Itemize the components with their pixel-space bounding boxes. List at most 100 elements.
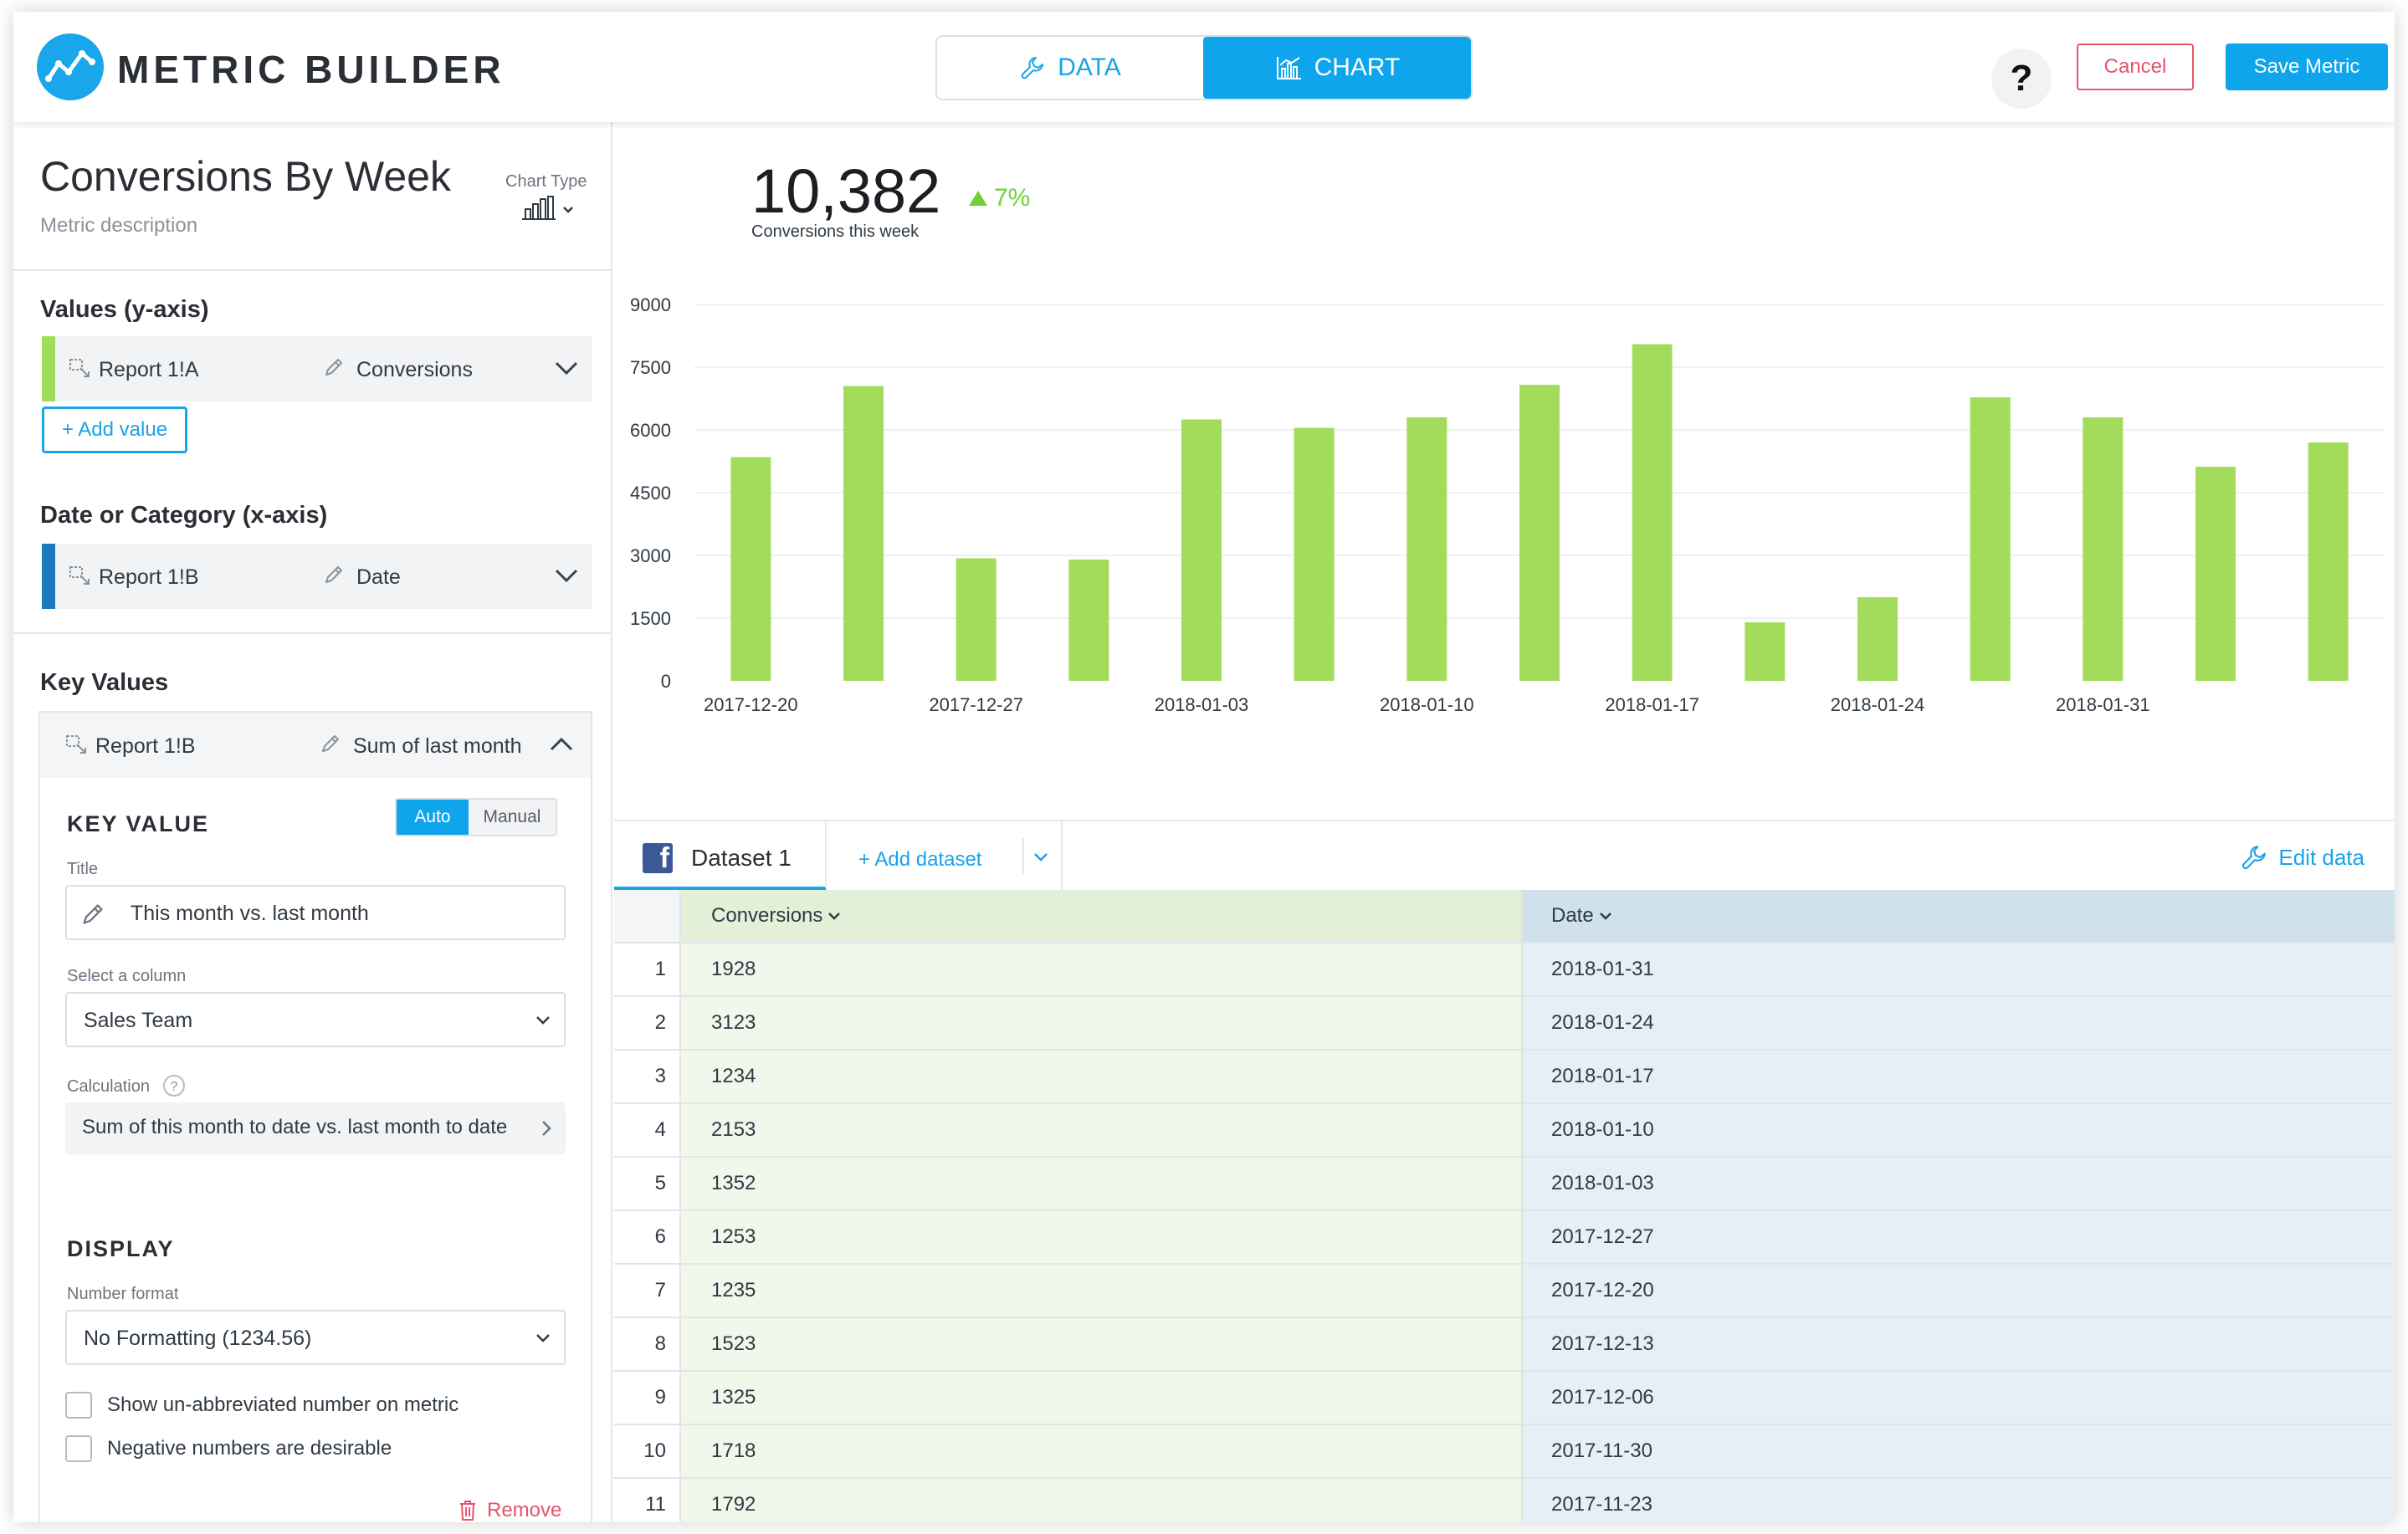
calculation-label: Calculation [67,1077,150,1096]
chevron-down-icon[interactable] [554,360,579,376]
chart-bar[interactable] [2308,442,2349,681]
pencil-icon[interactable] [320,733,341,754]
column-header-conversions[interactable]: Conversions [681,890,1523,942]
logo-icon [37,33,104,100]
cell-date[interactable]: 2018-01-17 [1523,1051,2395,1102]
cell-date[interactable]: 2017-11-30 [1523,1425,2395,1477]
table-row[interactable]: 10 1718 2017-11-30 [614,1425,2395,1479]
title-input[interactable]: This month vs. last month [65,885,566,940]
metric-title[interactable]: Conversions By Week [40,152,451,201]
cell-conversions[interactable]: 1235 [681,1265,1523,1317]
chevron-up-icon[interactable] [549,736,574,753]
cell-date[interactable]: 2017-12-20 [1523,1265,2395,1317]
table-row[interactable]: 6 1253 2017-12-27 [614,1211,2395,1265]
chart-bar[interactable] [730,457,771,682]
cell-date[interactable]: 2017-11-23 [1523,1479,2395,1522]
add-dataset-button[interactable]: + Add dataset [858,848,981,872]
chart-type-selector[interactable] [520,196,581,225]
add-value-button[interactable]: + Add value [42,407,187,453]
table-row[interactable]: 4 2153 2018-01-10 [614,1104,2395,1158]
chart-mode-button[interactable]: CHART [1203,37,1471,99]
cell-conversions[interactable]: 1352 [681,1158,1523,1209]
row-index: 11 [614,1479,681,1522]
chart-bar[interactable] [1519,385,1560,681]
cell-conversions[interactable]: 1253 [681,1211,1523,1263]
y-tick-label: 1500 [630,608,671,629]
number-format-select[interactable]: No Formatting (1234.56) [65,1310,566,1365]
cell-date[interactable]: 2017-12-13 [1523,1318,2395,1370]
table-row[interactable]: 8 1523 2017-12-13 [614,1318,2395,1372]
value-field-name[interactable]: Conversions [356,358,473,382]
cell-conversions[interactable]: 1928 [681,943,1523,995]
calculation-selector[interactable]: Sum of this month to date vs. last month… [65,1102,566,1154]
table-row[interactable]: 7 1235 2017-12-20 [614,1265,2395,1318]
cell-conversions[interactable]: 1325 [681,1372,1523,1424]
cell-date[interactable]: 2018-01-24 [1523,997,2395,1049]
table-row[interactable]: 2 3123 2018-01-24 [614,997,2395,1051]
cell-date[interactable]: 2018-01-10 [1523,1104,2395,1156]
cell-conversions[interactable]: 1523 [681,1318,1523,1370]
chevron-down-icon[interactable] [554,567,579,584]
key-value-header[interactable]: Report 1!B Sum of last month [40,713,591,778]
help-circle-icon[interactable]: ? [162,1074,186,1097]
table-row[interactable]: 9 1325 2017-12-06 [614,1372,2395,1425]
cancel-button[interactable]: Cancel [2077,43,2194,90]
chart-bar[interactable] [1632,344,1673,682]
chart-bar[interactable] [1406,417,1447,681]
cell-date[interactable]: 2018-01-31 [1523,943,2395,995]
unabbreviated-checkbox[interactable] [65,1392,92,1419]
wrench-icon [1021,57,1044,79]
chart-bar[interactable] [2083,417,2124,681]
key-value-field-name[interactable]: Sum of last month [353,734,521,759]
negative-desirable-checkbox-label[interactable]: Negative numbers are desirable [107,1437,392,1460]
chart-bar[interactable] [1294,427,1335,682]
table-row[interactable]: 3 1234 2018-01-17 [614,1051,2395,1104]
cell-conversions[interactable]: 1718 [681,1425,1523,1477]
auto-mode-button[interactable]: Auto [397,800,469,835]
cell-conversions[interactable]: 2153 [681,1104,1523,1156]
cell-conversions[interactable]: 1234 [681,1051,1523,1102]
unabbreviated-checkbox-label[interactable]: Show un-abbreviated number on metric [107,1393,459,1417]
pencil-icon[interactable] [323,356,345,378]
column-header-date[interactable]: Date [1523,890,2395,942]
table-row[interactable]: 11 1792 2017-11-23 [614,1479,2395,1522]
divider [1061,821,1063,892]
x-tick-label: 2018-01-31 [2056,694,2150,715]
chart-bar[interactable] [956,558,997,682]
cell-date[interactable]: 2017-12-27 [1523,1211,2395,1263]
chart-bar[interactable] [843,386,884,682]
table-row[interactable]: 5 1352 2018-01-03 [614,1158,2395,1211]
chevron-down-icon [536,1334,550,1342]
x-tick-label: 2018-01-17 [1605,694,1699,715]
metric-description[interactable]: Metric description [40,214,197,238]
chart-bar[interactable] [2195,467,2236,681]
remove-button[interactable]: Remove [459,1499,561,1522]
chart-bar[interactable] [1068,560,1109,681]
table-row[interactable]: 1 1928 2018-01-31 [614,943,2395,997]
data-mode-button[interactable]: DATA [937,37,1203,99]
column-header-label: Conversions [711,904,823,927]
edit-data-button[interactable]: Edit data [2240,843,2364,872]
value-field-row[interactable]: Report 1!A Conversions [42,336,592,401]
cell-conversions[interactable]: 3123 [681,997,1523,1049]
category-field-row[interactable]: Report 1!B Date [42,544,592,609]
cell-date[interactable]: 2018-01-03 [1523,1158,2395,1209]
cell-conversions[interactable]: 1792 [681,1479,1523,1522]
column-select[interactable]: Sales Team [65,992,566,1047]
chevron-down-icon[interactable] [1032,851,1049,863]
negative-desirable-checkbox[interactable] [65,1435,92,1462]
help-button[interactable]: ? [1991,49,2052,109]
category-field-name[interactable]: Date [356,565,401,590]
column-select-value: Sales Team [84,1009,193,1032]
cell-date[interactable]: 2017-12-06 [1523,1372,2395,1424]
save-metric-button[interactable]: Save Metric [2226,43,2388,90]
chart-bar[interactable] [1181,419,1222,682]
row-index: 5 [614,1158,681,1209]
chart-bar[interactable] [1970,397,2011,681]
pencil-icon[interactable] [323,564,345,585]
chart-bar[interactable] [1745,622,1786,681]
dataset-tab[interactable]: f Dataset 1 [614,821,827,892]
pencil-icon [83,904,103,924]
chart-bar[interactable] [1857,597,1898,681]
manual-mode-button[interactable]: Manual [469,800,556,835]
